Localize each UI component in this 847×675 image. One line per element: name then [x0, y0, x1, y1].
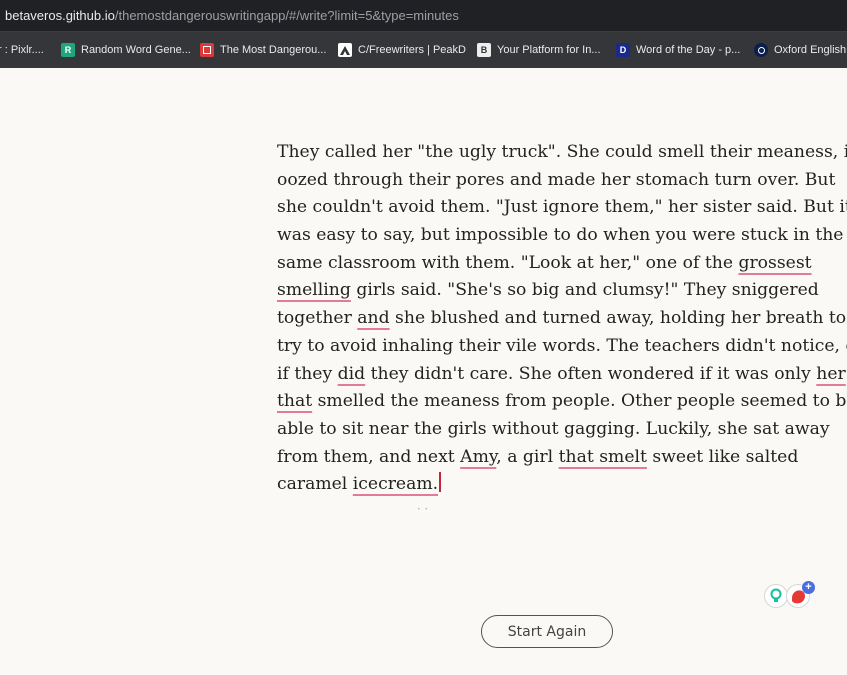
text-line: if they did they didn't care. She often … [277, 361, 846, 389]
oxford-icon [754, 43, 768, 57]
text-line: was easy to say, but impossible to do wh… [277, 222, 843, 250]
text-line: able to sit near the girls without gaggi… [277, 416, 830, 444]
text-line: she couldn't avoid them. "Just ignore th… [277, 194, 847, 222]
misspelled-word: icecream. [352, 474, 439, 495]
bookmark-random-word[interactable]: R Random Word Gene... [61, 42, 191, 58]
text-run: smelled the meaness from people. Other p… [312, 391, 847, 412]
text-line: that smelled the meaness from people. Ot… [277, 388, 847, 416]
text-run: from them, and next [277, 446, 461, 467]
text-line: They called her "the ugly truck". She co… [277, 139, 847, 167]
bookmark-peakd[interactable]: C/Freewriters | PeakD [338, 42, 466, 58]
text-run: same classroom with them. "Look at her,"… [277, 252, 739, 273]
bookmark-label: Oxford English [774, 44, 847, 56]
text-line: together and she blushed and turned away… [277, 305, 846, 333]
bookmark-label: The Most Dangerou... [220, 44, 327, 56]
url-host: betaveros.github.io [5, 8, 115, 23]
text-run: able to sit near the girls without gaggi… [277, 418, 830, 439]
url-text[interactable]: betaveros.github.io/themostdangerouswrit… [5, 8, 459, 23]
text-run: oozed through their pores and made her s… [277, 169, 836, 190]
text-run: sweet like salted [646, 446, 799, 467]
text-line: caramel icecream. [277, 471, 817, 499]
add-badge-icon[interactable]: + [802, 581, 815, 594]
text-cursor [439, 472, 441, 493]
bookmark-pixlr[interactable]: r : Pixlr.... [0, 42, 44, 58]
start-again-button[interactable]: Start Again [481, 615, 613, 648]
bookmark-platform[interactable]: B Your Platform for In... [477, 42, 601, 58]
text-run: they didn't care. She often wondered if … [365, 363, 817, 384]
misspelled-word: grossest [738, 252, 812, 273]
grammar-assistant-widget[interactable]: + [764, 581, 815, 608]
text-line: oozed through their pores and made her s… [277, 167, 835, 195]
text-line: from them, and next Amy, a girl that sme… [277, 444, 817, 472]
text-run: They called her "the ugly truck". She co… [277, 142, 847, 162]
bookmark-label: r : Pixlr.... [0, 44, 44, 56]
text-run: was easy to say, but impossible to do wh… [277, 225, 844, 246]
bookmark-label: C/Freewriters | PeakD [358, 44, 466, 56]
text-run: try to avoid inhaling their vile words. … [277, 335, 847, 356]
misspelled-word: that [277, 391, 313, 412]
text-run: if they [277, 363, 338, 384]
text-run: she couldn't avoid them. "Just ignore th… [277, 197, 847, 218]
bookmark-label: Your Platform for In... [497, 44, 601, 56]
bookmark-dangerous-app[interactable]: The Most Dangerou... [200, 42, 326, 58]
bookmark-label: Word of the Day - p... [636, 44, 741, 56]
lightbulb-icon[interactable] [764, 584, 788, 608]
bookmark-oxford[interactable]: Oxford English [754, 42, 846, 58]
text-line: try to avoid inhaling their vile words. … [277, 333, 847, 361]
dangerous-app-icon [200, 43, 214, 57]
writing-editor[interactable]: They called her "the ugly truck". She co… [277, 139, 847, 499]
bookmarks-bar: r : Pixlr.... R Random Word Gene... The … [0, 31, 847, 68]
text-run: , a girl [496, 446, 559, 467]
misspelled-word: did [337, 363, 366, 384]
misspelled-word: and [357, 308, 390, 329]
peakd-icon [338, 43, 352, 57]
misspelled-word: smelling [277, 280, 351, 301]
url-path: /themostdangerouswritingapp/#/write?limi… [114, 8, 459, 23]
misspelled-word: Amy [460, 446, 497, 467]
text-run: together [277, 308, 358, 329]
platform-icon: B [477, 43, 491, 57]
address-bar[interactable]: betaveros.github.io/themostdangerouswrit… [0, 0, 847, 31]
text-run: caramel [277, 474, 353, 495]
dictionary-icon: D [616, 43, 630, 57]
misspelled-word: that smelt [558, 446, 647, 467]
text-run: she blushed and turned away, holding her… [389, 308, 847, 329]
text-run: girls said. "She's so big and clumsy!" T… [350, 280, 819, 301]
text-line: smelling girls said. "She's so big and c… [277, 277, 819, 305]
misspelled-word: her [816, 363, 846, 384]
resize-handle-icon: • • [417, 506, 429, 513]
bookmark-label: Random Word Gene... [81, 44, 191, 56]
bookmark-word-of-day[interactable]: D Word of the Day - p... [616, 42, 740, 58]
random-word-icon: R [61, 43, 75, 57]
text-line: same classroom with them. "Look at her,"… [277, 250, 817, 278]
